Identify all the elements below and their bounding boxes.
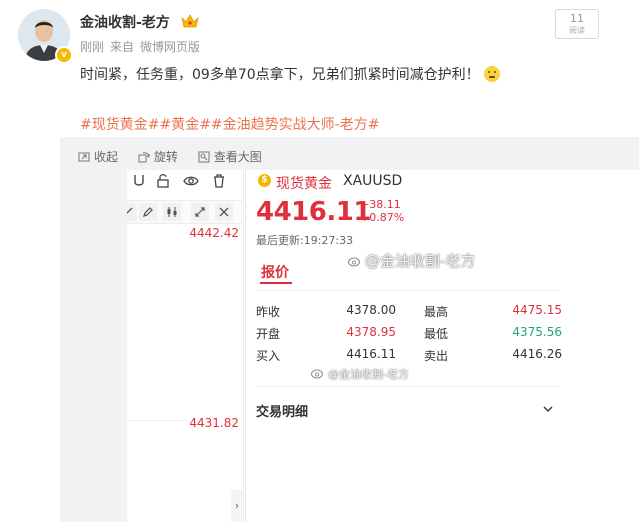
- verified-badge-icon: v: [55, 46, 73, 64]
- eye-icon[interactable]: [183, 173, 199, 189]
- weibo-logo-icon: [348, 257, 360, 267]
- divider: [256, 290, 560, 291]
- drawing-toolbar: [127, 200, 243, 224]
- value-high: 4475.15: [512, 303, 562, 317]
- quote-panel: $ 现货黄金 XAUUSD 4416.11 +38.11 +0.87% 最后更新…: [245, 170, 639, 522]
- label-low: 最低: [424, 327, 449, 341]
- post-source[interactable]: 微博网页版: [140, 40, 200, 54]
- view-large-button[interactable]: 查看大图: [198, 148, 262, 165]
- rotate-icon: [138, 151, 150, 162]
- weibo-post: v 金油收割-老方 刚刚 来自 微博网页版 11 阅读 时间紧，任务重，09多单70…: [0, 0, 639, 522]
- change-percent: +0.87%: [360, 211, 405, 224]
- collapse-button[interactable]: 收起: [78, 148, 118, 165]
- quote-row: 开盘 4378.95 最低 4375.56: [256, 325, 562, 347]
- tool-button[interactable]: [163, 203, 181, 221]
- post-image[interactable]: 4442.42 4431.82 › $ 现货黄金 XAUUSD 4416.11 …: [127, 170, 639, 522]
- watermark-small-text: @金油收割-老方: [328, 368, 409, 381]
- post-text: 时间紧，任务重，09多单70点拿下，兄弟们抓紧时间减仓护利！: [80, 67, 480, 83]
- read-label: 阅读: [569, 26, 585, 35]
- quote-row: 买入 4416.11 卖出 4416.26: [256, 347, 562, 369]
- read-count-badge: 11 阅读: [555, 9, 599, 39]
- post-content: 时间紧，任务重，09多单70点拿下，兄弟们抓紧时间减仓护利！: [80, 64, 500, 86]
- watermark-small: @金油收割-老方: [311, 366, 409, 382]
- view-large-icon: [198, 151, 210, 162]
- symbol-code: XAUUSD: [343, 173, 403, 189]
- price-level-top: 4442.42: [189, 226, 239, 240]
- quote-table: 昨收 4378.00 最高 4475.15 开盘 4378.95 最低 4375…: [256, 303, 562, 369]
- post-meta: 刚刚 来自 微博网页版: [80, 38, 206, 55]
- collapse-label: 收起: [94, 150, 119, 164]
- trash-icon[interactable]: [211, 173, 227, 189]
- symbol-name: 现货黄金: [276, 176, 332, 192]
- label-prev-close: 昨收: [256, 305, 281, 319]
- watermark-text: @金油收割-老方: [365, 252, 476, 270]
- username[interactable]: 金油收割-老方: [80, 12, 170, 32]
- divider: [256, 386, 560, 387]
- quote-row: 昨收 4378.00 最高 4475.15: [256, 303, 562, 325]
- collapse-icon: [78, 152, 90, 161]
- value-open: 4378.95: [346, 325, 396, 339]
- magnet-icon[interactable]: [131, 173, 147, 189]
- change-value: +38.11: [360, 198, 401, 211]
- label-ask: 卖出: [424, 349, 449, 363]
- post-time: 刚刚: [80, 40, 105, 54]
- tab-underline: [260, 282, 292, 284]
- divider: [127, 420, 187, 421]
- chevron-down-icon[interactable]: [542, 403, 554, 415]
- tool-button[interactable]: [191, 203, 209, 221]
- image-toolbar: 收起 旋转 查看大图: [78, 148, 278, 166]
- last-updated: 最后更新:19:27:33: [256, 234, 354, 247]
- rotate-button[interactable]: 旋转: [138, 148, 178, 165]
- label-bid: 买入: [256, 349, 281, 363]
- rotate-label: 旋转: [153, 150, 178, 164]
- crown-icon: [181, 14, 199, 28]
- value-bid: 4416.11: [346, 347, 396, 361]
- weibo-logo-icon: [311, 369, 323, 379]
- value-ask: 4416.26: [512, 347, 562, 361]
- chart-toolbar: [127, 170, 243, 192]
- tool-button[interactable]: [127, 203, 137, 221]
- last-price: 4416.11: [256, 197, 371, 227]
- label-open: 开盘: [256, 327, 281, 341]
- candlestick-icon: [167, 207, 177, 217]
- pencil-icon: [143, 207, 153, 217]
- view-large-label: 查看大图: [213, 150, 262, 164]
- chart-panel: 4442.42 4431.82 ›: [127, 170, 244, 522]
- scroll-right-button[interactable]: ›: [231, 490, 243, 522]
- source-prefix: 来自: [110, 40, 135, 54]
- value-prev-close: 4378.00: [346, 303, 396, 317]
- tool-button[interactable]: [215, 203, 233, 221]
- price-change: +38.11 +0.87%: [360, 198, 404, 224]
- value-low: 4375.56: [512, 325, 562, 339]
- gold-coin-icon: $: [258, 174, 271, 187]
- smirk-emoji-icon: [483, 66, 500, 82]
- unlock-icon[interactable]: [155, 173, 171, 189]
- label-high: 最高: [424, 305, 449, 319]
- hashtags[interactable]: #现货黄金##黄金##金油趋势实战大师-老方#: [80, 114, 379, 134]
- tab-quote[interactable]: 报价: [261, 262, 289, 282]
- line-tool-icon: [127, 207, 133, 214]
- tool-button[interactable]: [139, 203, 157, 221]
- close-icon: [219, 207, 229, 217]
- price-level-bottom: 4431.82: [189, 416, 239, 430]
- watermark: @金油收割-老方: [348, 250, 475, 271]
- read-count: 11: [570, 12, 584, 25]
- shrink-icon: [195, 207, 205, 217]
- trade-detail-title[interactable]: 交易明细: [256, 401, 308, 420]
